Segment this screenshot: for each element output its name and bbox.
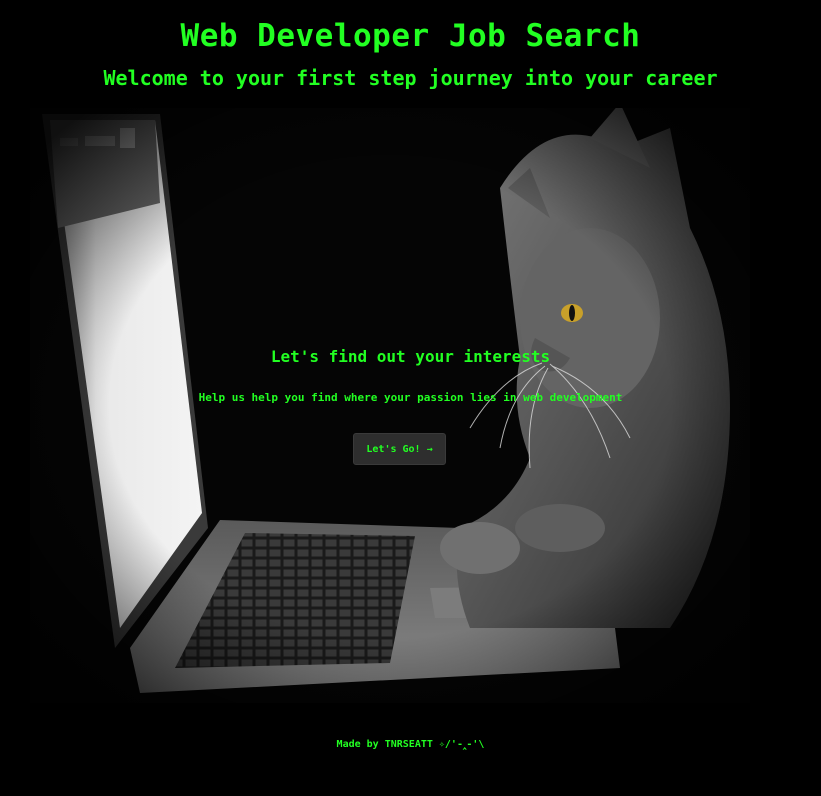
lets-go-button[interactable]: Let's Go! →: [353, 433, 446, 465]
interests-description: Help us help you find where your passion…: [198, 391, 623, 404]
interests-heading: Let's find out your interests: [270, 347, 551, 366]
arrow-right-icon: →: [426, 443, 433, 455]
hero-image: [30, 108, 750, 703]
footer-credit: Made by TNRSEATT ✧/'-‸-'\: [336, 739, 485, 750]
page-subtitle: Welcome to your first step journey into …: [103, 66, 718, 90]
lets-go-label: Let's Go!: [366, 443, 421, 455]
page-title: Web Developer Job Search: [180, 18, 641, 54]
